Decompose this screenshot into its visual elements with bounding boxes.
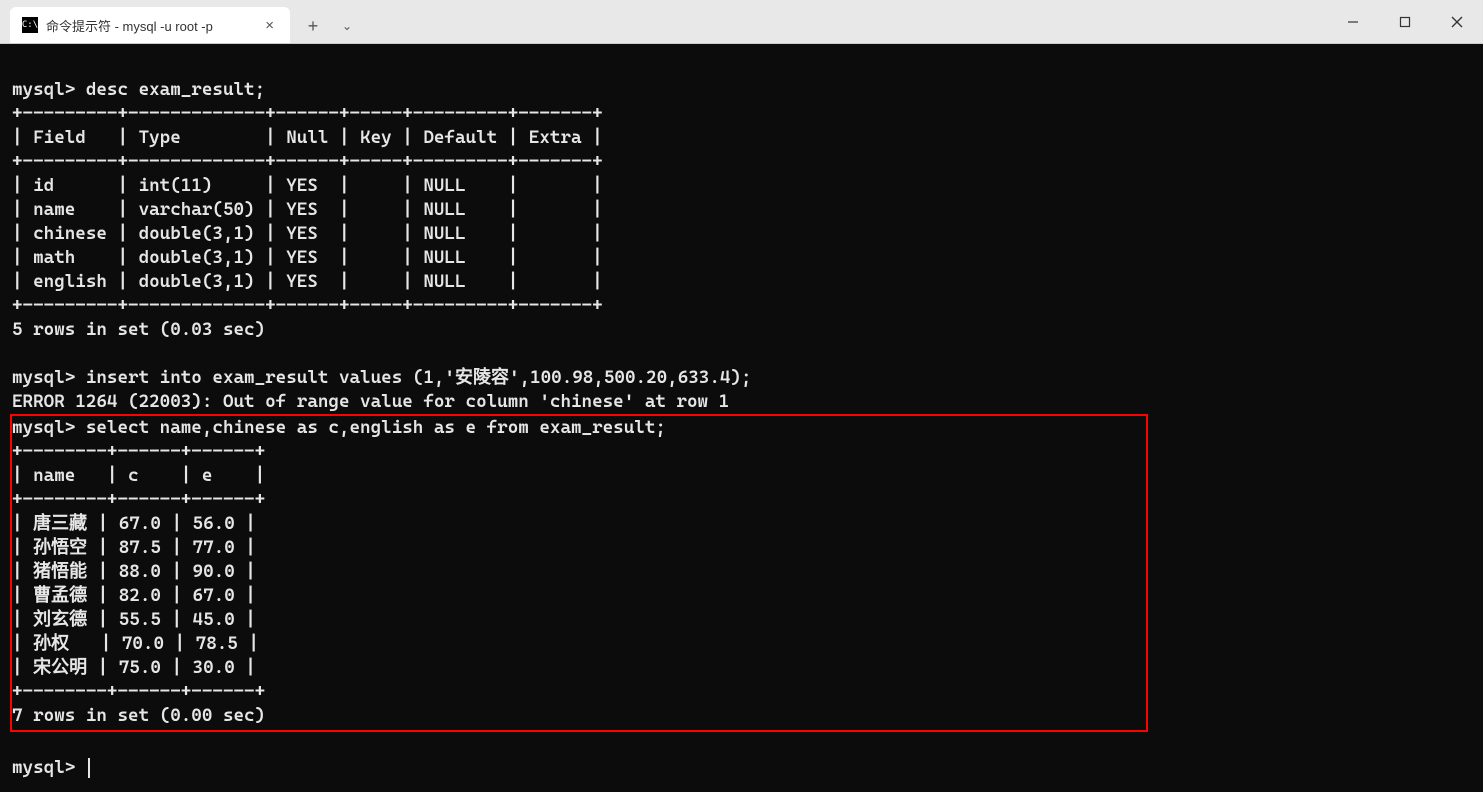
table-row: | math | double(3,1) | YES | | NULL | | bbox=[12, 247, 603, 268]
tab-active[interactable]: C:\ 命令提示符 - mysql -u root -p × bbox=[10, 7, 290, 43]
result-summary: 7 rows in set (0.00 sec) bbox=[12, 705, 265, 726]
maximize-button[interactable] bbox=[1379, 0, 1431, 43]
highlighted-block: mysql> select name,chinese as c,english … bbox=[10, 414, 1148, 732]
table-row: | chinese | double(3,1) | YES | | NULL |… bbox=[12, 223, 603, 244]
terminal-output[interactable]: mysql> desc exam_result; +---------+----… bbox=[0, 44, 1483, 792]
close-window-button[interactable] bbox=[1431, 0, 1483, 43]
table-border: +---------+-------------+------+-----+--… bbox=[12, 295, 603, 316]
sql-command: insert into exam_result values (1,'安陵容',… bbox=[86, 367, 752, 388]
table-row: | 曹孟德 | 82.0 | 67.0 | bbox=[12, 585, 256, 606]
result-summary: 5 rows in set (0.03 sec) bbox=[12, 319, 265, 340]
prompt: mysql> bbox=[12, 367, 86, 388]
table-row: | 唐三藏 | 67.0 | 56.0 | bbox=[12, 513, 256, 534]
table-row: | 孙权 | 70.0 | 78.5 | bbox=[12, 633, 259, 654]
table-border: +--------+------+------+ bbox=[12, 441, 265, 462]
table-header: | name | c | e | bbox=[12, 465, 265, 486]
minimize-button[interactable] bbox=[1327, 0, 1379, 43]
table-border: +---------+-------------+------+-----+--… bbox=[12, 151, 603, 172]
error-message: ERROR 1264 (22003): Out of range value f… bbox=[12, 391, 729, 412]
prompt: mysql> bbox=[12, 79, 86, 100]
table-header: | Field | Type | Null | Key | Default | … bbox=[12, 127, 603, 148]
cmd-icon: C:\ bbox=[22, 17, 38, 33]
cursor bbox=[88, 758, 90, 778]
window-controls bbox=[1327, 0, 1483, 43]
table-border: +---------+-------------+------+-----+--… bbox=[12, 103, 603, 124]
tabs-area: C:\ 命令提示符 - mysql -u root -p × + ⌄ bbox=[0, 0, 362, 43]
table-row: | 刘玄德 | 55.5 | 45.0 | bbox=[12, 609, 256, 630]
tab-dropdown-button[interactable]: ⌄ bbox=[332, 9, 362, 43]
sql-command: desc exam_result; bbox=[86, 79, 265, 100]
table-row: | 孙悟空 | 87.5 | 77.0 | bbox=[12, 537, 256, 558]
sql-command: select name,chinese as c,english as e fr… bbox=[86, 417, 666, 438]
table-row: | english | double(3,1) | YES | | NULL |… bbox=[12, 271, 603, 292]
table-row: | 宋公明 | 75.0 | 30.0 | bbox=[12, 657, 256, 678]
prompt: mysql> bbox=[12, 757, 86, 778]
table-border: +--------+------+------+ bbox=[12, 489, 265, 510]
table-row: | 猪悟能 | 88.0 | 90.0 | bbox=[12, 561, 256, 582]
table-row: | id | int(11) | YES | | NULL | | bbox=[12, 175, 603, 196]
prompt: mysql> bbox=[12, 417, 86, 438]
new-tab-button[interactable]: + bbox=[296, 9, 330, 43]
tab-title: 命令提示符 - mysql -u root -p bbox=[46, 16, 213, 35]
table-row: | name | varchar(50) | YES | | NULL | | bbox=[12, 199, 603, 220]
table-border: +--------+------+------+ bbox=[12, 681, 265, 702]
window-titlebar: C:\ 命令提示符 - mysql -u root -p × + ⌄ bbox=[0, 0, 1483, 44]
close-tab-icon[interactable]: × bbox=[261, 17, 278, 34]
